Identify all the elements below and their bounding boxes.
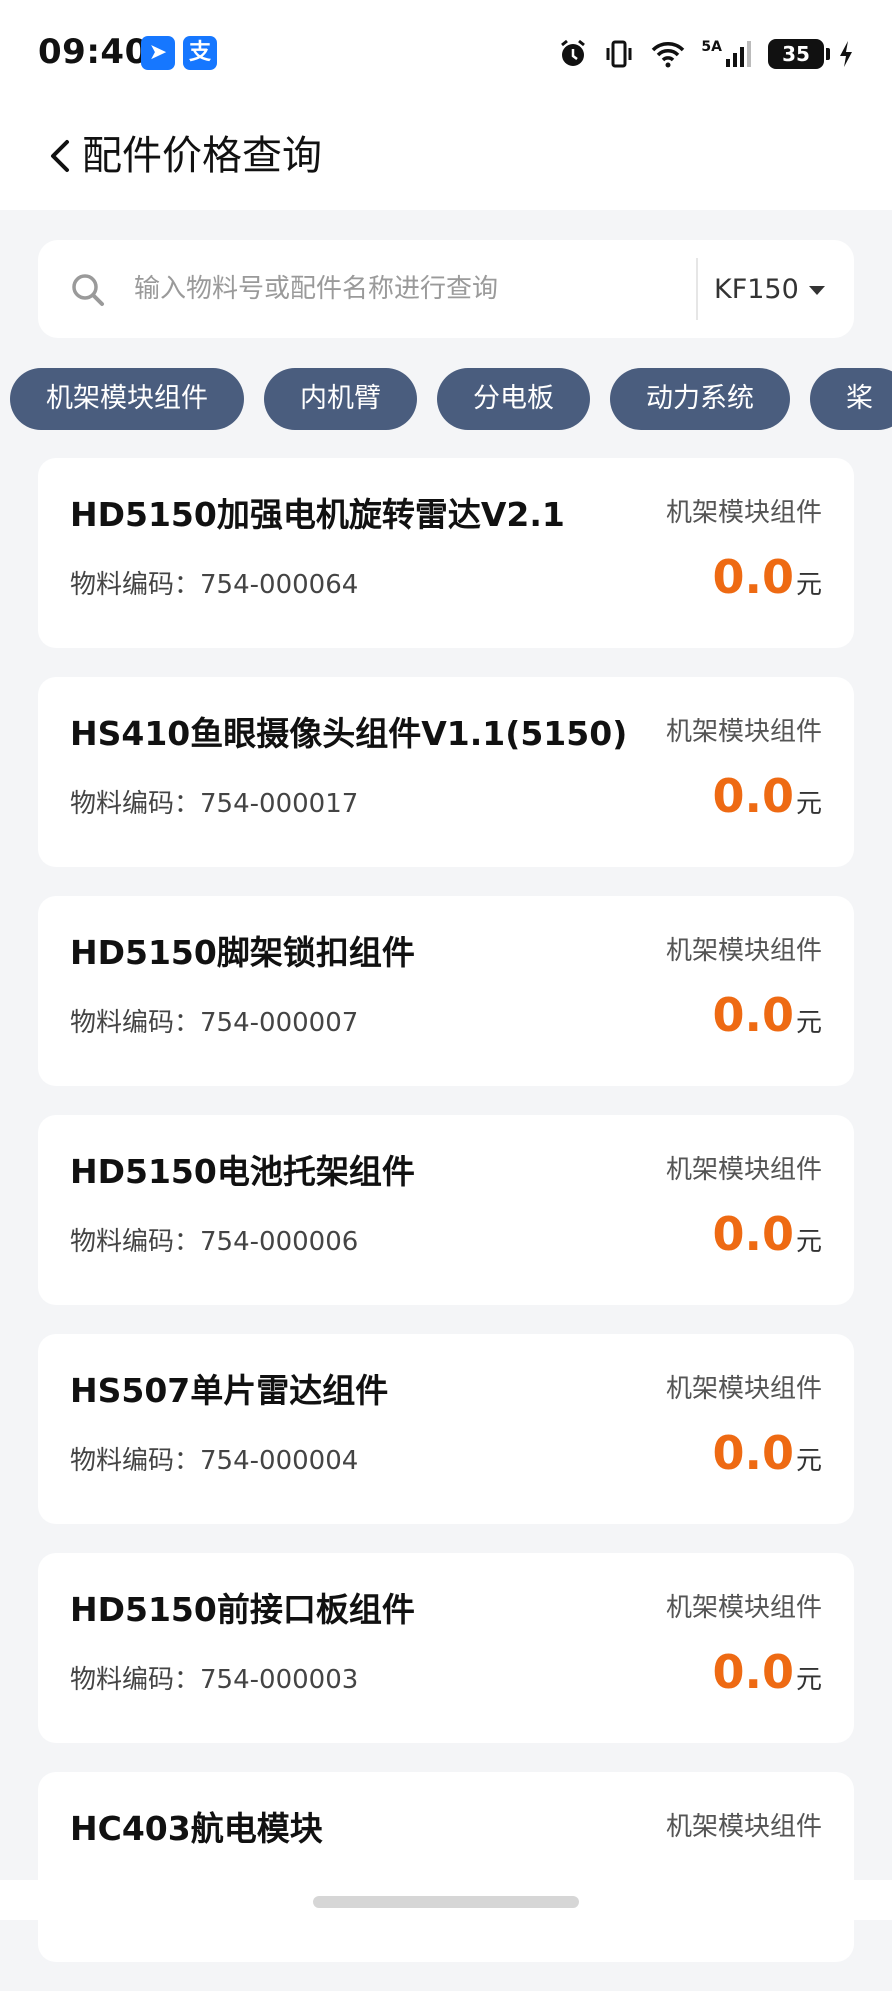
home-indicator[interactable] (313, 1896, 579, 1908)
alarm-icon (557, 38, 589, 70)
category-chips: 机架模块组件 内机臂 分电板 动力系统桨 (10, 368, 892, 430)
part-card[interactable]: HD5150加强电机旋转雷达V2.1 机架模块组件 物料编码：754-00006… (38, 458, 854, 648)
part-name: HS410鱼眼摄像头组件V1.1(5150) (70, 714, 628, 753)
price-unit: 元 (795, 1665, 822, 1695)
parts-list: HD5150加强电机旋转雷达V2.1 机架模块组件 物料编码：754-00006… (38, 458, 854, 1991)
status-icons: 5A 35 (557, 34, 854, 74)
category-chip[interactable]: 内机臂 (264, 368, 417, 430)
part-code: 754-000007 (200, 1008, 359, 1038)
category-chip[interactable]: 动力系统 (610, 368, 790, 430)
part-category: 机架模块组件 (665, 1374, 822, 1404)
part-code-row: 物料编码：754-000006 (70, 1221, 358, 1258)
category-chip[interactable]: 分电板 (437, 368, 590, 430)
part-price: 0.0 元 (712, 1645, 822, 1699)
signal-icon: 5A (701, 39, 754, 69)
back-button[interactable] (30, 126, 90, 186)
wifi-icon (649, 38, 687, 70)
part-price: 0.0 元 (712, 988, 822, 1042)
model-select-value: KF150 (714, 273, 799, 305)
price-unit: 元 (795, 1446, 822, 1476)
part-code: 754-000004 (200, 1446, 359, 1476)
part-code-label: 物料编码： (70, 1008, 201, 1038)
nav-bar: 配件价格查询 (0, 104, 892, 210)
part-name: HD5150前接口板组件 (70, 1590, 415, 1629)
part-card[interactable]: HD5150电池托架组件 机架模块组件 物料编码：754-000006 0.0 元 (38, 1115, 854, 1305)
status-bar: 09:40 ➤ 支 5A 35 (0, 0, 892, 104)
price-value: 0.0 (712, 550, 794, 604)
part-card[interactable]: HD5150脚架锁扣组件 机架模块组件 物料编码：754-000007 0.0 元 (38, 896, 854, 1086)
part-price: 0.0 元 (712, 1426, 822, 1480)
part-category: 机架模块组件 (665, 1812, 822, 1842)
part-code-row: 物料编码：754-000004 (70, 1440, 358, 1477)
status-time: 09:40 (38, 32, 149, 72)
model-select-dropdown[interactable]: KF150 (714, 264, 844, 314)
part-code-label: 物料编码： (70, 1446, 201, 1476)
price-value: 0.0 (712, 1426, 794, 1480)
part-code: 754-000006 (200, 1227, 359, 1257)
part-code: 754-000064 (200, 570, 359, 600)
part-price: 0.0 元 (712, 550, 822, 604)
price-unit: 元 (795, 789, 822, 819)
part-card[interactable]: HS507单片雷达组件 机架模块组件 物料编码：754-000004 0.0 元 (38, 1334, 854, 1524)
price-unit: 元 (795, 1227, 822, 1257)
part-code-label: 物料编码： (70, 570, 201, 600)
part-name: HD5150脚架锁扣组件 (70, 933, 415, 972)
part-code: 754-000003 (200, 1665, 359, 1695)
price-unit: 元 (795, 1008, 822, 1038)
part-price: 0.0 元 (712, 769, 822, 823)
price-unit: 元 (795, 570, 822, 600)
search-bar: KF150 (38, 240, 854, 338)
part-category: 机架模块组件 (665, 498, 822, 528)
caret-down-icon (808, 285, 825, 295)
search-divider (696, 258, 698, 320)
app-notification-badge: ➤ (141, 36, 175, 70)
charging-icon (838, 39, 854, 69)
part-name: HS507单片雷达组件 (70, 1371, 389, 1410)
price-value: 0.0 (712, 1645, 794, 1699)
vibrate-icon (603, 38, 635, 70)
category-chip[interactable]: 机架模块组件 (10, 368, 244, 430)
alipay-notification-badge: 支 (183, 36, 217, 70)
price-value: 0.0 (712, 988, 794, 1042)
part-code-row: 物料编码：754-000007 (70, 1002, 358, 1039)
price-value: 0.0 (712, 1207, 794, 1261)
page-title: 配件价格查询 (82, 133, 322, 179)
part-category: 机架模块组件 (665, 717, 822, 747)
part-card[interactable]: HC403航电模块 机架模块组件 (38, 1772, 854, 1962)
part-code-row: 物料编码：754-000017 (70, 783, 358, 820)
part-category: 机架模块组件 (665, 1155, 822, 1185)
part-code-label: 物料编码： (70, 1665, 201, 1695)
part-code-label: 物料编码： (70, 789, 201, 819)
price-value: 0.0 (712, 769, 794, 823)
part-price: 0.0 元 (712, 1207, 822, 1261)
search-input[interactable] (134, 260, 714, 318)
part-name: HD5150电池托架组件 (70, 1152, 415, 1191)
part-category: 机架模块组件 (665, 1593, 822, 1623)
part-card[interactable]: HS410鱼眼摄像头组件V1.1(5150) 机架模块组件 物料编码：754-0… (38, 677, 854, 867)
part-name: HD5150加强电机旋转雷达V2.1 (70, 495, 565, 534)
chevron-left-icon (51, 140, 69, 172)
part-card[interactable]: HD5150前接口板组件 机架模块组件 物料编码：754-000003 0.0 元 (38, 1553, 854, 1743)
part-code-row: 物料编码：754-000003 (70, 1659, 358, 1696)
battery-icon: 35 (768, 39, 830, 69)
network-type: 5A (701, 39, 722, 55)
part-code: 754-000017 (200, 789, 359, 819)
category-chip[interactable]: 桨 (810, 368, 892, 430)
search-icon[interactable] (68, 270, 108, 310)
part-category: 机架模块组件 (665, 936, 822, 966)
part-code-label: 物料编码： (70, 1227, 201, 1257)
part-name: HC403航电模块 (70, 1809, 323, 1848)
part-code-row: 物料编码：754-000064 (70, 564, 358, 601)
